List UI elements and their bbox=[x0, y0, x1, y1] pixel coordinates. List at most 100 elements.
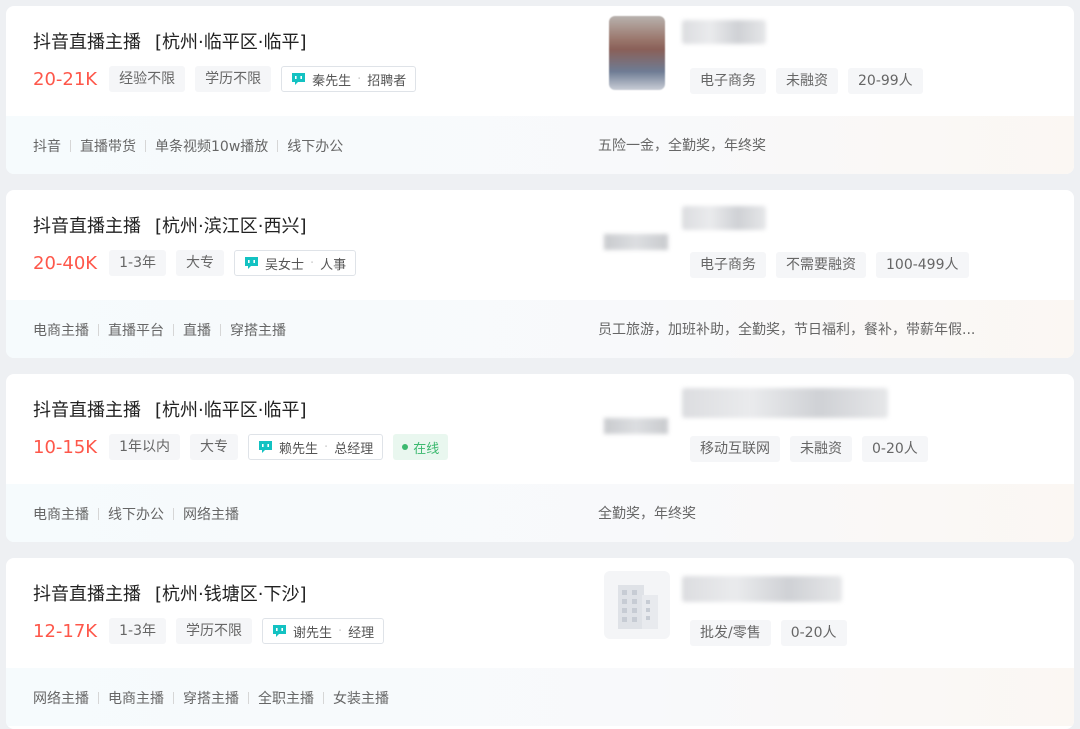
skill-tag: 抖音 bbox=[33, 139, 61, 155]
recruiter-chat-button[interactable]: 赖先生 · 总经理 bbox=[248, 434, 384, 460]
company-size-tag: 20-99人 bbox=[848, 68, 923, 94]
company-logo[interactable] bbox=[609, 16, 665, 90]
skill-tag: 穿搭主播 bbox=[164, 688, 239, 708]
job-card-footer: 抖音 直播带货 单条视频10w播放 线下办公 五险一金，全勤奖，年终奖 bbox=[6, 116, 1074, 174]
skill-tag: 单条视频10w播放 bbox=[136, 136, 268, 156]
experience-tag: 1年以内 bbox=[109, 434, 181, 460]
company-name-blurred[interactable] bbox=[682, 20, 766, 44]
company-name-blurred[interactable] bbox=[682, 206, 766, 230]
job-list: 抖音直播主播 [杭州·临平区·临平] 20-21K 经验不限 学历不限 秦先生 ·… bbox=[0, 0, 1080, 729]
job-title-text[interactable]: 抖音直播主播 bbox=[33, 584, 141, 605]
company-logo[interactable] bbox=[604, 234, 668, 250]
divider: · bbox=[338, 623, 343, 639]
company-logo[interactable] bbox=[604, 418, 668, 434]
experience-tag: 1-3年 bbox=[109, 618, 166, 644]
job-title-text[interactable]: 抖音直播主播 bbox=[33, 216, 141, 237]
skill-tag: 电商主播 bbox=[89, 688, 164, 708]
online-status-badge: 在线 bbox=[393, 434, 449, 460]
online-status-text: 在线 bbox=[413, 441, 440, 457]
skill-tag: 线下办公 bbox=[89, 504, 164, 524]
recruiter-chat-button[interactable]: 秦先生 · 招聘者 bbox=[281, 66, 417, 92]
recruiter-name: 秦先生 bbox=[312, 73, 352, 89]
benefits: 五险一金，全勤奖，年终奖 bbox=[598, 138, 766, 154]
job-card-footer: 电商主播 直播平台 直播 穿搭主播 员工旅游，加班补助，全勤奖，节日福利，餐补，… bbox=[6, 300, 1074, 358]
job-info-row: 20-21K 经验不限 学历不限 秦先生 · 招聘者 bbox=[33, 65, 417, 93]
job-title[interactable]: 抖音直播主播 [杭州·滨江区·西兴] bbox=[33, 212, 307, 238]
job-info-row: 10-15K 1年以内 大专 赖先生 · 总经理 在线 bbox=[33, 433, 449, 461]
company-size-tag: 100-499人 bbox=[876, 252, 969, 278]
job-info-row: 12-17K 1-3年 学历不限 谢先生 · 经理 bbox=[33, 617, 385, 645]
salary: 20-40K bbox=[33, 252, 98, 274]
divider: · bbox=[357, 71, 362, 87]
skill-tag: 网络主播 bbox=[164, 504, 239, 524]
experience-tag: 1-3年 bbox=[109, 250, 166, 276]
skill-tag: 女装主播 bbox=[314, 688, 389, 708]
company-tags: 移动互联网 未融资 0-20人 bbox=[690, 436, 928, 462]
company-size-tag: 0-20人 bbox=[862, 436, 928, 462]
skill-tag: 直播平台 bbox=[89, 320, 164, 340]
recruiter-chat-button[interactable]: 谢先生 · 经理 bbox=[261, 618, 385, 644]
job-card[interactable]: 抖音直播主播 [杭州·临平区·临平] 10-15K 1年以内 大专 赖先生 · 总… bbox=[6, 374, 1074, 542]
chat-icon bbox=[272, 625, 286, 637]
company-tags: 电子商务 不需要融资 100-499人 bbox=[690, 252, 969, 278]
skill-tags: 电商主播 直播平台 直播 穿搭主播 bbox=[33, 320, 286, 340]
company-industry-tag: 批发/零售 bbox=[690, 620, 771, 646]
online-dot-icon bbox=[402, 444, 409, 450]
company-industry-tag: 电子商务 bbox=[690, 68, 766, 94]
company-funding-tag: 未融资 bbox=[790, 436, 852, 462]
company-building-icon[interactable] bbox=[604, 571, 670, 639]
job-title[interactable]: 抖音直播主播 [杭州·临平区·临平] bbox=[33, 396, 307, 422]
skill-tag: 穿搭主播 bbox=[211, 320, 286, 340]
skill-tag: 全职主播 bbox=[239, 688, 314, 708]
divider: · bbox=[324, 439, 329, 455]
recruiter-name: 赖先生 bbox=[279, 441, 319, 457]
company-industry-tag: 移动互联网 bbox=[690, 436, 780, 462]
divider: · bbox=[310, 255, 315, 271]
skill-tag: 电商主播 bbox=[33, 323, 89, 339]
job-title[interactable]: 抖音直播主播 [杭州·临平区·临平] bbox=[33, 28, 307, 54]
skill-tag: 网络主播 bbox=[33, 691, 89, 707]
company-name-blurred[interactable] bbox=[682, 388, 888, 418]
skill-tags: 抖音 直播带货 单条视频10w播放 线下办公 bbox=[33, 136, 343, 156]
chat-icon bbox=[259, 441, 273, 453]
chat-icon bbox=[244, 257, 258, 269]
job-card[interactable]: 抖音直播主播 [杭州·滨江区·西兴] 20-40K 1-3年 大专 吴女士 · 人… bbox=[6, 190, 1074, 358]
skill-tag: 电商主播 bbox=[33, 507, 89, 523]
job-info-row: 20-40K 1-3年 大专 吴女士 · 人事 bbox=[33, 249, 357, 277]
experience-tag: 经验不限 bbox=[109, 66, 186, 92]
education-tag: 大专 bbox=[190, 434, 239, 460]
education-tag: 学历不限 bbox=[175, 618, 252, 644]
job-title[interactable]: 抖音直播主播 [杭州·钱塘区·下沙] bbox=[33, 580, 307, 606]
job-title-text[interactable]: 抖音直播主播 bbox=[33, 400, 141, 421]
company-funding-tag: 未融资 bbox=[776, 68, 838, 94]
skill-tag: 直播带货 bbox=[61, 136, 136, 156]
recruiter-name: 吴女士 bbox=[264, 257, 304, 273]
recruiter-chat-button[interactable]: 吴女士 · 人事 bbox=[233, 250, 357, 276]
skill-tags: 电商主播 线下办公 网络主播 bbox=[33, 504, 239, 524]
job-location: [杭州·滨江区·西兴] bbox=[155, 216, 307, 237]
recruiter-role: 经理 bbox=[348, 625, 375, 641]
job-title-text[interactable]: 抖音直播主播 bbox=[33, 32, 141, 53]
salary: 12-17K bbox=[33, 620, 98, 642]
job-location: [杭州·临平区·临平] bbox=[155, 400, 307, 421]
company-tags: 批发/零售 0-20人 bbox=[690, 620, 847, 646]
recruiter-role: 招聘者 bbox=[367, 73, 407, 89]
job-card[interactable]: 抖音直播主播 [杭州·临平区·临平] 20-21K 经验不限 学历不限 秦先生 ·… bbox=[6, 6, 1074, 174]
job-card[interactable]: 抖音直播主播 [杭州·钱塘区·下沙] 12-17K 1-3年 学历不限 谢先生 ·… bbox=[6, 558, 1074, 729]
skill-tag: 直播 bbox=[164, 320, 211, 340]
company-name-blurred[interactable] bbox=[682, 576, 842, 602]
recruiter-role: 人事 bbox=[320, 257, 347, 273]
education-tag: 学历不限 bbox=[195, 66, 272, 92]
company-industry-tag: 电子商务 bbox=[690, 252, 766, 278]
job-location: [杭州·临平区·临平] bbox=[155, 32, 307, 53]
recruiter-name: 谢先生 bbox=[292, 625, 332, 641]
skill-tag: 线下办公 bbox=[268, 136, 343, 156]
salary: 10-15K bbox=[33, 436, 98, 458]
job-location: [杭州·钱塘区·下沙] bbox=[155, 584, 307, 605]
job-card-footer: 电商主播 线下办公 网络主播 全勤奖，年终奖 bbox=[6, 484, 1074, 542]
chat-icon bbox=[292, 73, 306, 85]
education-tag: 大专 bbox=[175, 250, 224, 276]
company-tags: 电子商务 未融资 20-99人 bbox=[690, 68, 923, 94]
job-card-footer: 网络主播 电商主播 穿搭主播 全职主播 女装主播 bbox=[6, 668, 1074, 726]
company-size-tag: 0-20人 bbox=[780, 620, 847, 646]
